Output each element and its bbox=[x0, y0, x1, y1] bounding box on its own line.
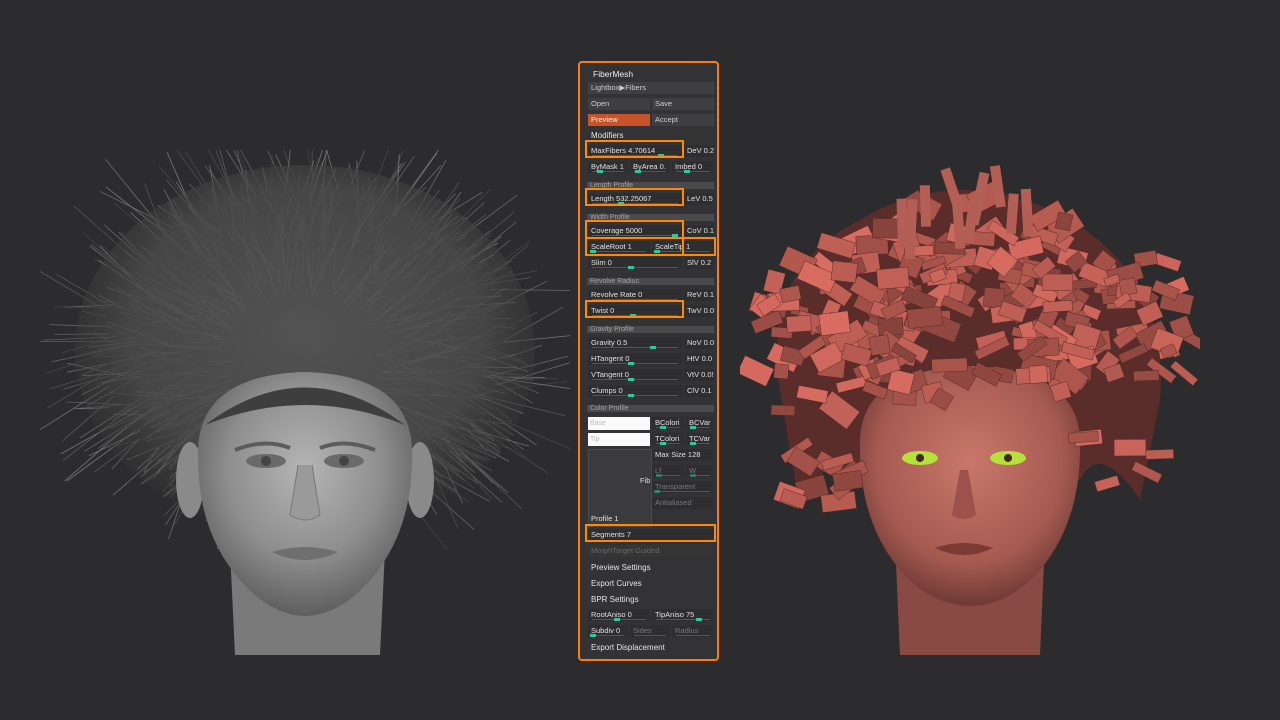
rootaniso-label: RootAniso 0 bbox=[591, 610, 632, 619]
cov-label: CoV 0.1 bbox=[687, 226, 714, 235]
preview-button[interactable]: Preview bbox=[588, 114, 650, 126]
subdiv-slider[interactable]: Subdiv 0 bbox=[588, 625, 628, 637]
gravity-profile-header[interactable]: Gravity Profile bbox=[587, 326, 714, 333]
base-color-field[interactable]: Base bbox=[588, 417, 650, 430]
htv-label: HtV 0.0 bbox=[687, 354, 713, 363]
vtangent-slider[interactable]: VTangent 0 bbox=[588, 369, 682, 381]
slim-label: Slim 0 bbox=[591, 258, 612, 267]
sides-slider[interactable]: Sides bbox=[630, 625, 670, 637]
clv-label: ClV 0.1 bbox=[687, 386, 712, 395]
bcvar-slider[interactable]: BCVar bbox=[686, 417, 714, 429]
transparent-toggle[interactable]: Transparent bbox=[652, 481, 714, 493]
highlight-maxfibers bbox=[585, 140, 684, 158]
lev-slider[interactable]: LeV 0.5 bbox=[684, 193, 714, 205]
clumps-label: Clumps 0 bbox=[591, 386, 623, 395]
lf-slider[interactable]: Lf bbox=[652, 465, 684, 477]
antialiased-toggle[interactable]: Antialiased bbox=[652, 497, 714, 509]
red-head-render bbox=[740, 165, 1200, 655]
lev-label: LeV 0.5 bbox=[687, 194, 713, 203]
htangent-slider[interactable]: HTangent 0 bbox=[588, 353, 682, 365]
nov-label: NoV 0.0 bbox=[687, 338, 714, 347]
radius-label: Radius bbox=[675, 626, 699, 635]
slim-slider[interactable]: Slim 0 bbox=[588, 257, 682, 269]
dev-slider[interactable]: DeV 0.2 bbox=[684, 145, 714, 157]
profile-label: Profile 1 bbox=[591, 514, 619, 523]
color-profile-header[interactable]: Color Profile bbox=[587, 405, 714, 412]
highlight-length bbox=[585, 188, 684, 206]
nov-slider[interactable]: NoV 0.0 bbox=[684, 337, 714, 349]
bcolori-label: BColori bbox=[655, 418, 680, 427]
highlight-scale bbox=[585, 237, 716, 256]
twv-slider[interactable]: TwV 0.0 bbox=[684, 305, 714, 317]
open-button[interactable]: Open bbox=[588, 98, 650, 110]
modifiers-header[interactable]: Modifiers bbox=[591, 131, 623, 140]
save-button[interactable]: Save bbox=[652, 98, 714, 110]
panel-title[interactable]: FiberMesh bbox=[593, 69, 633, 79]
w-slider[interactable]: W bbox=[686, 465, 714, 477]
bpr-settings-item[interactable]: BPR Settings bbox=[591, 595, 639, 604]
tip-color-field[interactable]: Tip bbox=[588, 433, 650, 446]
rev-slider[interactable]: ReV 0.1 bbox=[684, 289, 714, 301]
transparent-label: Transparent bbox=[655, 482, 696, 491]
preview-settings-item[interactable]: Preview Settings bbox=[591, 563, 651, 572]
dev-label: DeV 0.2 bbox=[687, 146, 714, 155]
vtv-label: VtV 0.0! bbox=[687, 370, 714, 379]
export-displacement-item[interactable]: Export Displacement bbox=[591, 643, 665, 652]
tipaniso-label: TipAniso 75 bbox=[655, 610, 695, 619]
viewport-accepted-fibers bbox=[740, 140, 1200, 660]
fibermesh-panel: FiberMesh Lightbox▶Fibers Open Save Prev… bbox=[578, 61, 719, 661]
vtv-slider[interactable]: VtV 0.0! bbox=[684, 369, 714, 381]
bcolori-slider[interactable]: BColori bbox=[652, 417, 684, 429]
bymask-slider[interactable]: ByMask 1 bbox=[588, 161, 628, 173]
twv-label: TwV 0.0 bbox=[687, 306, 714, 315]
revolve-rate-label: Revolve Rate 0 bbox=[591, 290, 643, 299]
gravity-slider[interactable]: Gravity 0.5 bbox=[588, 337, 682, 349]
lightbox-fibers-button[interactable]: Lightbox▶Fibers bbox=[588, 82, 714, 94]
gravity-label: Gravity 0.5 bbox=[591, 338, 628, 347]
highlight-segments bbox=[585, 524, 716, 542]
tcolori-label: TColori bbox=[655, 434, 680, 443]
viewport-preview-fibers bbox=[40, 150, 570, 660]
imbed-slider[interactable]: Imbed 0 bbox=[672, 161, 714, 173]
slv-slider[interactable]: SlV 0.2 bbox=[684, 257, 714, 269]
rootaniso-slider[interactable]: RootAniso 0 bbox=[588, 609, 650, 621]
antialiased-label: Antialiased bbox=[655, 498, 692, 507]
radius-slider[interactable]: Radius bbox=[672, 625, 714, 637]
fib-label: Fib bbox=[640, 476, 651, 485]
byarea-slider[interactable]: ByArea 0. bbox=[630, 161, 670, 173]
morph-target-button[interactable]: MorphTarget Guided bbox=[588, 545, 714, 557]
cov-slider[interactable]: CoV 0.1 bbox=[684, 225, 714, 237]
clumps-slider[interactable]: Clumps 0 bbox=[588, 385, 682, 397]
vtangent-label: VTangent 0 bbox=[591, 370, 629, 379]
max-size-label: Max Size 128 bbox=[655, 450, 701, 459]
clv-slider[interactable]: ClV 0.1 bbox=[684, 385, 714, 397]
tcolori-slider[interactable]: TColori bbox=[652, 433, 684, 445]
htv-slider[interactable]: HtV 0.0 bbox=[684, 353, 714, 365]
gray-head-render bbox=[40, 150, 570, 655]
htangent-label: HTangent 0 bbox=[591, 354, 630, 363]
revolve-radius-header[interactable]: Revolve Radius bbox=[587, 278, 714, 285]
bymask-label: ByMask 1 bbox=[591, 162, 624, 171]
export-curves-item[interactable]: Export Curves bbox=[591, 579, 642, 588]
max-size-slider[interactable]: Max Size 128 bbox=[652, 449, 714, 461]
tipaniso-slider[interactable]: TipAniso 75 bbox=[652, 609, 714, 621]
tcvar-slider[interactable]: TCVar bbox=[686, 433, 714, 445]
rev-label: ReV 0.1 bbox=[687, 290, 714, 299]
highlight-twist bbox=[585, 300, 684, 318]
slv-label: SlV 0.2 bbox=[687, 258, 712, 267]
sides-label: Sides bbox=[633, 626, 652, 635]
accept-button[interactable]: Accept bbox=[652, 114, 714, 126]
